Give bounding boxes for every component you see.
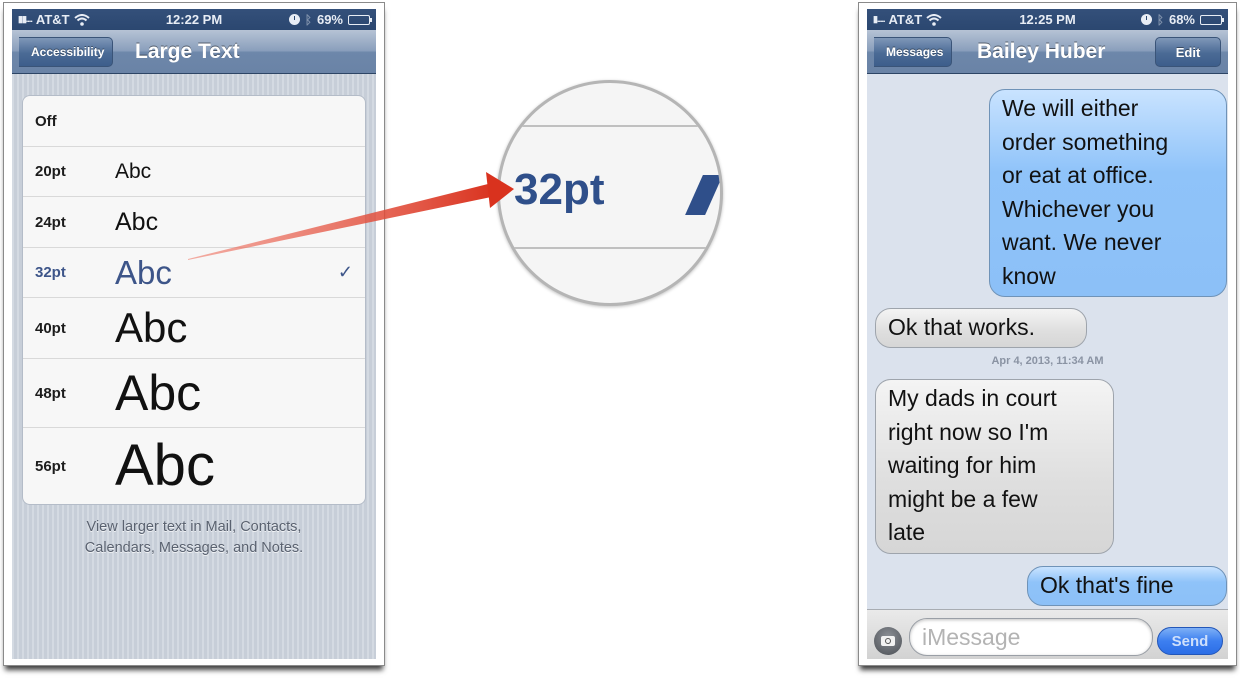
divider: [500, 125, 720, 127]
signal-icon: ▮▮....: [18, 14, 33, 24]
bluetooth-icon: ᛒ: [304, 12, 312, 27]
text-size-option-40pt[interactable]: 40pt Abc: [23, 297, 365, 358]
text-size-option-32pt[interactable]: 32pt Abc ✓: [23, 247, 365, 297]
message-line: Ok that works.: [888, 314, 1035, 340]
message-bubble-sent[interactable]: We will either order something or eat at…: [989, 89, 1227, 297]
back-button-label: Accessibility: [31, 45, 105, 59]
text-size-list: Off 20pt Abc 24pt Abc 32pt Abc ✓ 40pt Ab…: [22, 95, 366, 505]
option-sample: Abc: [115, 254, 172, 291]
message-line: We will either: [1002, 95, 1139, 121]
message-line: waiting for him: [888, 452, 1037, 478]
message-bubble-received[interactable]: My dads in court right now so I'm waitin…: [875, 379, 1114, 554]
option-label: 32pt: [35, 264, 66, 281]
bluetooth-icon: ᛒ: [1156, 12, 1164, 27]
footnote: View larger text in Mail, Contacts, Cale…: [12, 517, 376, 559]
message-line: might be a few: [888, 485, 1038, 512]
footnote-line: Calendars, Messages, and Notes.: [84, 540, 304, 556]
nav-bar: Messages Bailey Huber Edit: [867, 30, 1228, 74]
text-size-option-off[interactable]: Off: [23, 96, 365, 146]
camera-button[interactable]: [874, 627, 902, 655]
message-timestamp: Apr 4, 2013, 11:34 AM: [991, 355, 1104, 367]
message-line: Ok that's fine: [1040, 572, 1174, 598]
option-label: 48pt: [35, 384, 66, 402]
large-text-screen: ▮▮.... AT&T 12:22 PM ᛒ 69% Accessibility…: [12, 9, 376, 659]
magnifier-callout: 32pt: [497, 80, 723, 306]
message-bubble-received[interactable]: Ok that works.: [875, 308, 1087, 348]
back-button-accessibility[interactable]: Accessibility: [19, 37, 114, 67]
alarm-icon: [1140, 14, 1152, 25]
message-line: want. We never: [1002, 229, 1162, 255]
messages-screenshot: ▮..... AT&T 12:25 PM ᛒ 68% Messages Bail…: [858, 2, 1237, 666]
signal-icon: ▮.....: [873, 14, 886, 24]
magnified-sample-edge: [685, 175, 720, 215]
battery-icon: [1200, 14, 1224, 25]
message-line: My dads in court: [888, 385, 1057, 411]
option-sample: Abc: [115, 304, 188, 351]
message-bubble-sent[interactable]: Ok that's fine: [1027, 566, 1227, 606]
carrier-label: AT&T: [35, 12, 70, 27]
edit-button[interactable]: Edit: [1155, 37, 1221, 67]
battery-icon: [348, 14, 372, 25]
option-sample: Abc: [115, 365, 202, 421]
text-size-option-56pt[interactable]: 56pt Abc: [23, 427, 365, 504]
text-size-option-24pt[interactable]: 24pt Abc: [23, 196, 365, 247]
wifi-icon: [73, 13, 90, 26]
status-bar: ▮▮.... AT&T 12:22 PM ᛒ 69%: [12, 9, 376, 30]
carrier-label: AT&T: [888, 12, 923, 27]
option-sample: Abc: [115, 207, 159, 236]
page-title: Large Text: [135, 39, 240, 63]
wifi-icon: [926, 13, 942, 26]
option-label: 40pt: [35, 319, 66, 337]
magnified-label: 32pt: [514, 165, 605, 214]
camera-icon: [881, 636, 895, 646]
back-button-messages[interactable]: Messages: [874, 37, 953, 67]
option-label: 20pt: [35, 163, 66, 180]
option-label: Off: [35, 112, 57, 130]
option-sample: Abc: [115, 433, 215, 498]
nav-bar: Accessibility Large Text: [12, 30, 376, 74]
status-bar: ▮..... AT&T 12:25 PM ᛒ 68%: [867, 9, 1228, 30]
divider: [500, 247, 720, 249]
option-sample: Abc: [115, 160, 152, 183]
battery-percent: 68%: [1168, 12, 1195, 27]
imessage-input[interactable]: [909, 618, 1153, 656]
text-size-option-20pt[interactable]: 20pt Abc: [23, 146, 365, 196]
message-line: right now so I'm: [888, 418, 1049, 445]
alarm-icon: [288, 14, 300, 25]
conversation-title: Bailey Huber: [977, 39, 1106, 63]
checkmark-icon: ✓: [337, 262, 353, 282]
option-label: 24pt: [35, 213, 66, 231]
battery-percent: 69%: [316, 12, 343, 27]
messages-screen: ▮..... AT&T 12:25 PM ᛒ 68% Messages Bail…: [867, 9, 1228, 659]
text-size-option-48pt[interactable]: 48pt Abc: [23, 358, 365, 427]
back-button-label: Messages: [886, 45, 944, 59]
message-line: late: [888, 519, 926, 545]
footnote-line: View larger text in Mail, Contacts,: [86, 519, 302, 535]
message-line: Whichever you: [1002, 195, 1155, 222]
large-text-screenshot: ▮▮.... AT&T 12:22 PM ᛒ 69% Accessibility…: [3, 2, 385, 666]
message-line: order something: [1002, 128, 1169, 155]
message-line: know: [1002, 262, 1056, 289]
message-composer: Send: [867, 609, 1228, 659]
send-button[interactable]: Send: [1157, 627, 1223, 655]
option-label: 56pt: [35, 457, 66, 475]
message-line: or eat at office.: [1002, 162, 1154, 188]
